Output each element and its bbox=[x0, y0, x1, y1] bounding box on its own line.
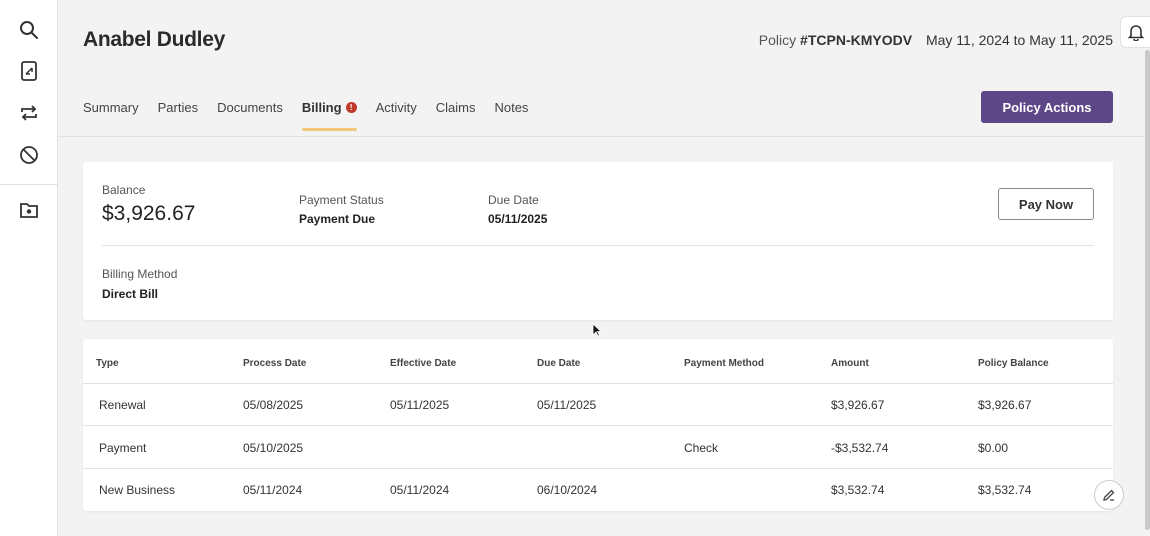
table-cell: Check bbox=[684, 441, 719, 455]
tab-bar: Summary Parties Documents Billing ! Acti… bbox=[83, 100, 547, 131]
policy-label: Policy bbox=[758, 32, 797, 48]
column-header: Type bbox=[96, 358, 119, 369]
table-cell: $3,926.67 bbox=[978, 398, 1032, 412]
table-row[interactable]: New Business 05/11/2024 05/11/2024 06/10… bbox=[83, 469, 1113, 511]
table-cell: $3,532.74 bbox=[978, 483, 1032, 497]
table-row[interactable]: Renewal 05/08/2025 05/11/2025 05/11/2025… bbox=[83, 384, 1113, 426]
due-date-value: 05/11/2025 bbox=[488, 212, 548, 226]
table-cell: 05/11/2025 bbox=[390, 398, 450, 412]
policy-number: #TCPN-KMYODV bbox=[800, 32, 913, 48]
table-cell: $0.00 bbox=[978, 441, 1009, 455]
tab-label: Documents bbox=[217, 100, 283, 115]
tab-billing[interactable]: Billing ! bbox=[301, 100, 357, 131]
payment-status-value: Payment Due bbox=[299, 212, 376, 226]
due-date-label: Due Date bbox=[488, 193, 539, 207]
policy-dates: May 11, 2024 to May 11, 2025 bbox=[925, 32, 1113, 48]
tab-label: Claims bbox=[435, 100, 476, 115]
sidebar bbox=[0, 0, 58, 536]
notification-bell-icon[interactable] bbox=[1120, 16, 1150, 48]
page-title: Anabel Dudley bbox=[83, 28, 225, 51]
billing-method-label: Billing Method bbox=[102, 267, 178, 281]
tab-activity[interactable]: Activity bbox=[376, 100, 417, 131]
tab-parties[interactable]: Parties bbox=[158, 100, 198, 131]
policy-info: Policy #TCPN-KMYODV May 11, 2024 to May … bbox=[759, 32, 1113, 48]
table-cell: Renewal bbox=[99, 398, 146, 412]
table-header: Type Process Date Effective Date Due Dat… bbox=[83, 339, 1113, 384]
tab-summary[interactable]: Summary bbox=[83, 100, 139, 131]
column-header: Payment Method bbox=[684, 358, 765, 369]
tab-label: Summary bbox=[83, 100, 139, 115]
table-row[interactable]: Payment 05/10/2025 Check -$3,532.74 $0.0… bbox=[83, 427, 1113, 469]
balance-label: Balance bbox=[102, 183, 146, 197]
tabs-divider bbox=[58, 136, 1150, 137]
column-header: Amount bbox=[831, 358, 869, 369]
table-cell: Payment bbox=[99, 441, 147, 455]
table-cell: 05/11/2025 bbox=[537, 398, 597, 412]
tab-claims[interactable]: Claims bbox=[436, 100, 476, 131]
table-cell: 05/08/2025 bbox=[243, 398, 304, 412]
table-cell: 05/11/2024 bbox=[243, 483, 303, 497]
table-cell: $3,926.67 bbox=[831, 398, 885, 412]
column-header: Due Date bbox=[537, 358, 581, 369]
tab-documents[interactable]: Documents bbox=[217, 100, 283, 131]
tab-label: Billing bbox=[301, 100, 342, 115]
column-header: Process Date bbox=[243, 358, 307, 369]
policy-actions-button[interactable]: Policy Actions bbox=[981, 91, 1113, 123]
document-icon[interactable] bbox=[17, 59, 41, 83]
edit-icon[interactable] bbox=[1094, 480, 1124, 510]
sidebar-divider bbox=[0, 184, 58, 185]
search-icon[interactable] bbox=[17, 18, 41, 42]
tab-label: Activity bbox=[375, 100, 417, 115]
balance-value: $3,926.67 bbox=[102, 202, 196, 225]
tab-label: Parties bbox=[157, 100, 199, 115]
table-cell: New Business bbox=[99, 483, 176, 497]
transactions-table: Type Process Date Effective Date Due Dat… bbox=[83, 339, 1113, 511]
column-header: Policy Balance bbox=[978, 358, 1049, 369]
table-cell: 06/10/2024 bbox=[537, 483, 598, 497]
payment-status-label: Payment Status bbox=[299, 193, 384, 207]
table-cell: 05/10/2025 bbox=[243, 441, 304, 455]
main-content: Anabel Dudley Policy #TCPN-KMYODV May 11… bbox=[58, 0, 1150, 536]
table-cell: $3,532.74 bbox=[831, 483, 885, 497]
pay-now-button[interactable]: Pay Now bbox=[998, 188, 1094, 220]
folder-icon[interactable] bbox=[17, 198, 41, 222]
mouse-cursor-icon bbox=[592, 323, 603, 342]
scrollbar[interactable] bbox=[1145, 50, 1150, 530]
transfer-icon[interactable] bbox=[17, 101, 41, 125]
card-divider bbox=[102, 245, 1094, 246]
billing-method-value: Direct Bill bbox=[102, 287, 159, 301]
tab-label: Notes bbox=[494, 100, 529, 115]
billing-summary-card: Balance $3,926.67 Payment Status Payment… bbox=[83, 162, 1113, 320]
alert-badge-icon: ! bbox=[345, 102, 357, 113]
table-cell: -$3,532.74 bbox=[831, 441, 889, 455]
table-cell: 05/11/2024 bbox=[390, 483, 450, 497]
block-icon[interactable] bbox=[17, 143, 41, 167]
tab-notes[interactable]: Notes bbox=[494, 100, 528, 131]
column-header: Effective Date bbox=[390, 358, 457, 369]
